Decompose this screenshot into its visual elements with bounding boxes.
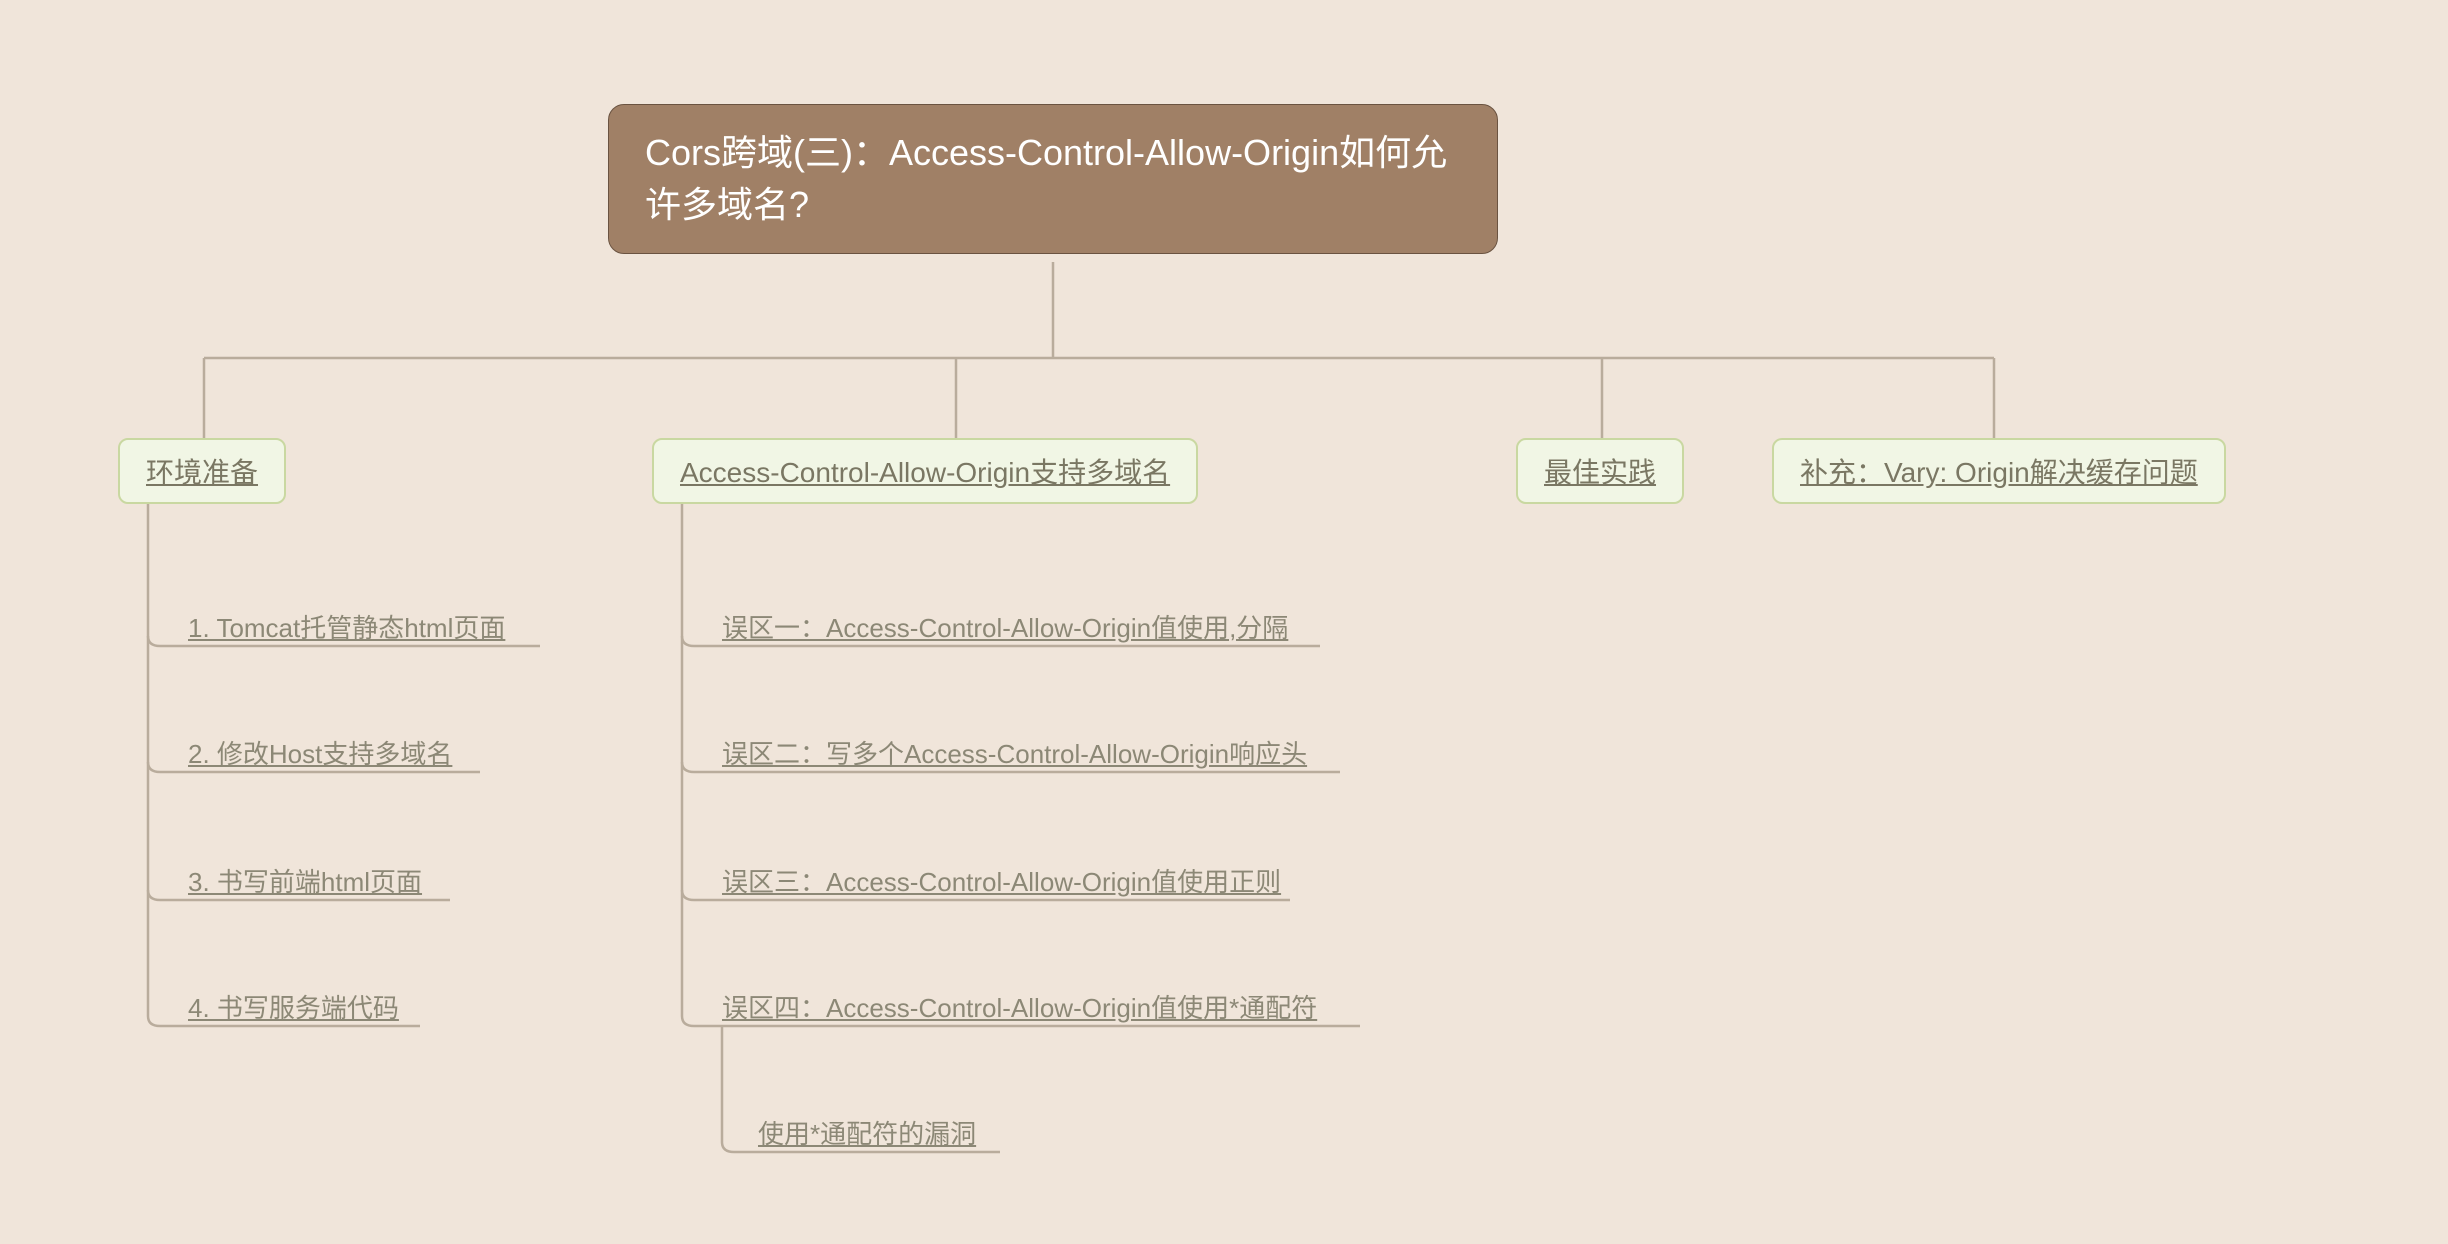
leaf-acao-3[interactable]: 误区三：Access-Control-Allow-Origin值使用正则 — [722, 862, 1281, 899]
root-title: Cors跨域(三)：Access-Control-Allow-Origin如何允… — [645, 127, 1461, 231]
leaf-label: 4. 书写服务端代码 — [188, 993, 399, 1023]
branch-best-practice[interactable]: 最佳实践 — [1516, 438, 1684, 504]
leaf-acao-4[interactable]: 误区四：Access-Control-Allow-Origin值使用*通配符 — [722, 988, 1317, 1025]
leaf-label: 误区一：Access-Control-Allow-Origin值使用,分隔 — [722, 613, 1288, 643]
branch-env-prep[interactable]: 环境准备 — [118, 438, 286, 504]
branch-label: 环境准备 — [146, 451, 258, 491]
branch-vary-origin[interactable]: 补充：Vary: Origin解决缓存问题 — [1772, 438, 2226, 504]
leaf-env-1[interactable]: 1. Tomcat托管静态html页面 — [188, 608, 505, 645]
branch-label: 补充：Vary: Origin解决缓存问题 — [1800, 451, 2198, 491]
leaf-label: 误区三：Access-Control-Allow-Origin值使用正则 — [722, 867, 1281, 897]
root-node[interactable]: Cors跨域(三)：Access-Control-Allow-Origin如何允… — [608, 104, 1498, 254]
leaf-label: 1. Tomcat托管静态html页面 — [188, 613, 505, 643]
leaf-label: 误区四：Access-Control-Allow-Origin值使用*通配符 — [722, 993, 1317, 1023]
branch-label: Access-Control-Allow-Origin支持多域名 — [680, 451, 1170, 491]
leaf-acao-1[interactable]: 误区一：Access-Control-Allow-Origin值使用,分隔 — [722, 608, 1288, 645]
leaf-label: 2. 修改Host支持多域名 — [188, 739, 452, 769]
branch-acao-multi[interactable]: Access-Control-Allow-Origin支持多域名 — [652, 438, 1198, 504]
leaf-label: 3. 书写前端html页面 — [188, 867, 422, 897]
leaf-env-3[interactable]: 3. 书写前端html页面 — [188, 862, 422, 899]
leaf-env-2[interactable]: 2. 修改Host支持多域名 — [188, 734, 452, 771]
leaf-label: 误区二：写多个Access-Control-Allow-Origin响应头 — [722, 739, 1307, 769]
branch-label: 最佳实践 — [1544, 451, 1656, 491]
leaf-env-4[interactable]: 4. 书写服务端代码 — [188, 988, 399, 1025]
leaf-acao-2[interactable]: 误区二：写多个Access-Control-Allow-Origin响应头 — [722, 734, 1307, 771]
leaf-label: 使用*通配符的漏洞 — [758, 1119, 976, 1149]
leaf-wildcard-hole[interactable]: 使用*通配符的漏洞 — [758, 1114, 976, 1151]
